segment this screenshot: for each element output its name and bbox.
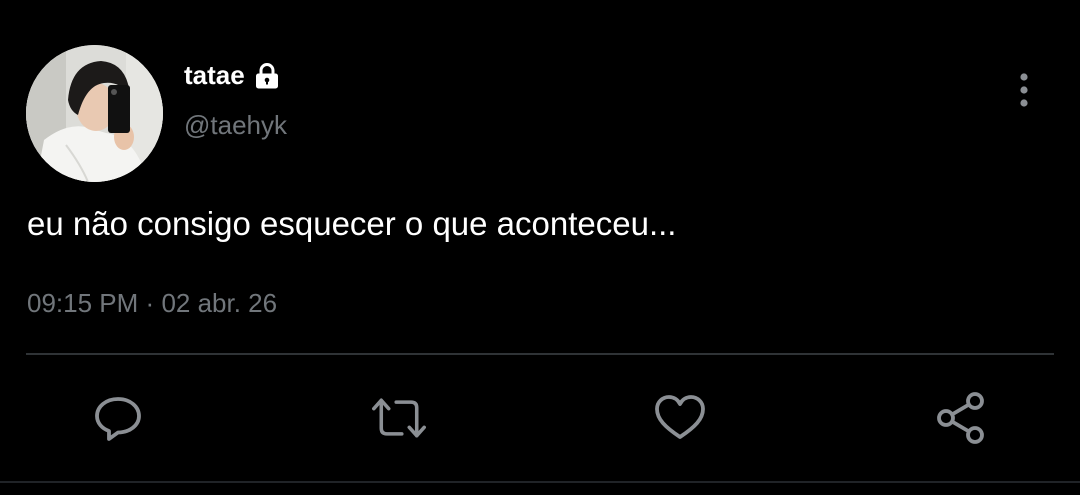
share-icon bbox=[937, 392, 984, 444]
handle[interactable]: @taehyk bbox=[184, 110, 287, 141]
share-button[interactable] bbox=[933, 390, 989, 446]
author-name-row: tatae bbox=[184, 60, 281, 91]
lock-icon bbox=[253, 62, 281, 90]
profile-photo bbox=[26, 45, 163, 182]
more-vertical-icon[interactable] bbox=[1010, 70, 1038, 110]
comment-icon bbox=[95, 397, 141, 441]
retweet-icon bbox=[372, 398, 426, 438]
tweet-timestamp: 09:15 PM · 02 abr. 26 bbox=[27, 288, 277, 319]
divider bbox=[26, 353, 1054, 355]
tweet-text: eu não consigo esquecer o que aconteceu.… bbox=[27, 205, 677, 242]
display-name[interactable]: tatae bbox=[184, 60, 245, 91]
meta-separator: · bbox=[145, 288, 155, 318]
like-button[interactable] bbox=[652, 390, 708, 446]
reply-button[interactable] bbox=[90, 390, 146, 446]
heart-icon bbox=[655, 395, 705, 439]
retweet-button[interactable] bbox=[371, 390, 427, 446]
avatar[interactable] bbox=[26, 45, 163, 182]
tweet-date: 02 abr. 26 bbox=[161, 288, 278, 318]
bottom-divider bbox=[0, 481, 1080, 483]
tweet-time: 09:15 PM bbox=[27, 288, 139, 318]
